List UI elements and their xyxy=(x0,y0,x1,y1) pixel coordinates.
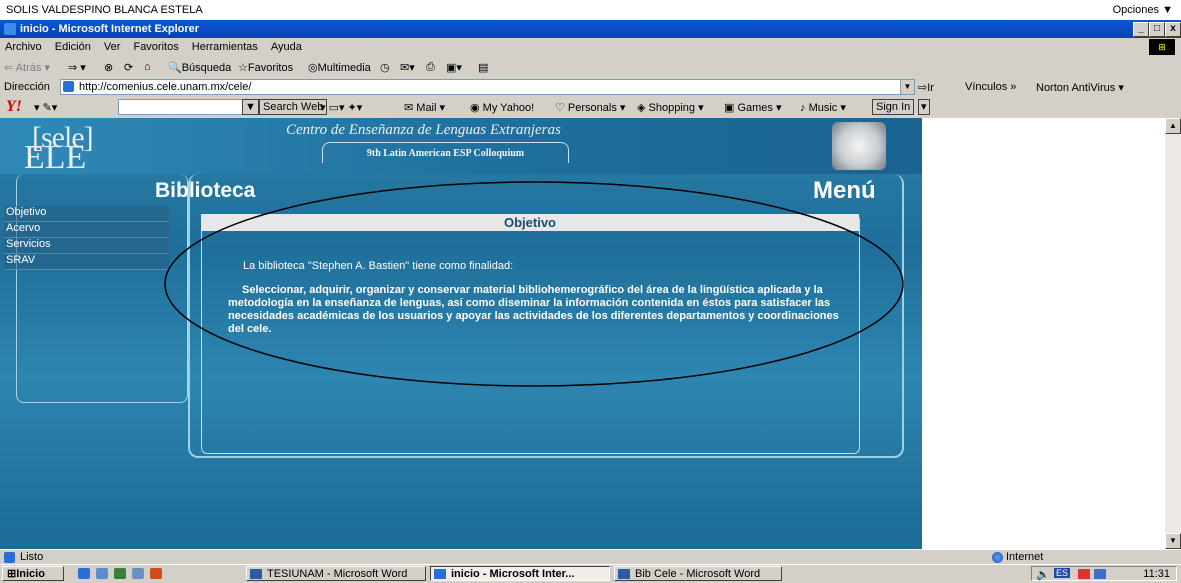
yahoo-extra-icons[interactable]: ▾ ▭▾ ✦▾ xyxy=(320,101,362,114)
search-button[interactable]: 🔍Búsqueda xyxy=(168,61,231,74)
menu-favoritos[interactable]: Favoritos xyxy=(128,38,183,53)
mail-icon[interactable]: ✉▾ xyxy=(400,61,415,74)
address-input[interactable]: http://comenius.cele.unam.mx/cele/ ▼ xyxy=(60,79,915,95)
yahoo-music[interactable]: ♪ Music ▾ xyxy=(800,101,846,114)
back-button[interactable]: ⇐ Atrás ▾ xyxy=(4,61,50,74)
refresh-icon[interactable]: ⟳ xyxy=(124,61,133,74)
menu-bar: Archivo Edición Ver Favoritos Herramient… xyxy=(0,38,1181,58)
address-label: Dirección xyxy=(4,81,50,93)
title-bar: inicio - Microsoft Internet Explorer _ □… xyxy=(0,20,1181,38)
yahoo-search-input[interactable] xyxy=(118,99,258,115)
search-web-button[interactable]: Search Web xyxy=(259,99,328,115)
address-bar: Dirección http://comenius.cele.unam.mx/c… xyxy=(0,78,1181,97)
yahoo-mail[interactable]: ✉ Mail ▾ xyxy=(404,101,445,114)
yahoo-games[interactable]: ▣ Games ▾ xyxy=(724,101,782,114)
page-icon xyxy=(63,81,74,92)
nav-menu: Objetivo Acervo Servicios SRAV xyxy=(4,206,169,270)
menu-herramientas[interactable]: Herramientas xyxy=(187,38,263,53)
quicklaunch-outlook-icon[interactable] xyxy=(96,568,108,579)
task-ie[interactable]: inicio - Microsoft Inter... xyxy=(430,566,610,581)
edit-icon[interactable]: ▣▾ xyxy=(446,61,462,74)
yahoo-logo[interactable]: Y! xyxy=(6,98,22,116)
language-indicator[interactable]: ES xyxy=(1054,568,1071,578)
menu-edicion[interactable]: Edición xyxy=(50,38,96,53)
nav-srav[interactable]: SRAV xyxy=(4,254,169,270)
windows-logo: ⊞ xyxy=(1149,39,1175,55)
yahoo-dropdown-icon[interactable]: ▾ ✎▾ xyxy=(34,101,57,114)
yahoo-search-dropdown[interactable]: ▼ xyxy=(242,99,259,115)
quicklaunch-desktop-icon[interactable] xyxy=(114,568,126,579)
nav-acervo[interactable]: Acervo xyxy=(4,222,169,238)
vertical-scrollbar[interactable]: ▲ ▼ xyxy=(1165,118,1181,549)
cele-logo[interactable]: [sele] ELE xyxy=(20,121,100,176)
yahoo-shopping[interactable]: ◈ Shopping ▾ xyxy=(637,101,704,114)
minimize-button[interactable]: _ xyxy=(1133,22,1149,37)
forward-button[interactable]: ⇒ ▾ xyxy=(68,61,86,74)
yahoo-personals[interactable]: ♡ Personals ▾ xyxy=(555,101,625,114)
address-url: http://comenius.cele.unam.mx/cele/ xyxy=(79,81,252,93)
menu-archivo[interactable]: Archivo xyxy=(0,38,47,53)
page-stage: [sele] ELE Centro de Enseñanza de Lengua… xyxy=(0,118,922,549)
unam-seal xyxy=(832,122,886,170)
options-menu[interactable]: Opciones ▼ xyxy=(1113,4,1173,16)
maximize-button[interactable]: □ xyxy=(1149,22,1165,37)
start-button[interactable]: ⊞Inicio xyxy=(2,566,64,581)
colloquium-link[interactable]: 9th Latin American ESP Colloquium xyxy=(322,142,569,163)
task-bib-cele[interactable]: Bib Cele - Microsoft Word xyxy=(614,566,782,581)
sign-in-dropdown[interactable]: ▾ xyxy=(918,99,930,115)
go-button[interactable]: ⇨Ir xyxy=(918,81,934,94)
hand-drawn-ellipse xyxy=(164,181,904,387)
discuss-icon[interactable]: ▤ xyxy=(478,61,488,74)
page-header: [sele] ELE Centro de Enseñanza de Lengua… xyxy=(0,118,922,176)
ie-icon xyxy=(4,23,16,35)
status-bar: Listo Internet xyxy=(0,549,1181,565)
print-icon[interactable]: ⎙ xyxy=(426,61,435,74)
home-icon[interactable]: ⌂ xyxy=(144,61,151,73)
page-content: [sele] ELE Centro de Enseñanza de Lengua… xyxy=(0,118,1165,549)
close-button[interactable]: x xyxy=(1165,22,1181,37)
links-button[interactable]: Vínculos » xyxy=(965,81,1016,93)
antivirus-tray-icon[interactable] xyxy=(1078,569,1090,579)
security-zone: Internet xyxy=(1006,551,1044,563)
network-tray-icon[interactable] xyxy=(1094,569,1106,579)
center-title: Centro de Enseñanza de Lenguas Extranjer… xyxy=(286,122,561,138)
quicklaunch-search-icon[interactable] xyxy=(132,568,144,579)
volume-icon[interactable]: 🔈 xyxy=(1036,568,1050,581)
favorites-button[interactable]: ☆Favoritos xyxy=(238,61,293,74)
status-page-icon xyxy=(4,552,15,563)
my-yahoo[interactable]: ◉ My Yahoo! xyxy=(470,101,534,114)
quicklaunch-ie-icon[interactable] xyxy=(78,568,90,579)
task-tesiunam[interactable]: TESIUNAM - Microsoft Word xyxy=(246,566,426,581)
multimedia-button[interactable]: ◎Multimedia xyxy=(308,61,371,74)
sign-in-button[interactable]: Sign In xyxy=(872,99,915,115)
user-name: SOLIS VALDESPINO BLANCA ESTELA xyxy=(6,4,203,16)
nav-servicios[interactable]: Servicios xyxy=(4,238,169,254)
yahoo-toolbar: Y! ▾ ✎▾ ▼ Search Web ▾ ▭▾ ✦▾ ✉ Mail ▾ ◉ … xyxy=(0,96,1181,119)
taskbar: ⊞Inicio TESIUNAM - Microsoft Word inicio… xyxy=(0,564,1181,583)
nav-objetivo[interactable]: Objetivo xyxy=(4,206,169,222)
menu-ver[interactable]: Ver xyxy=(99,38,126,53)
internet-zone-icon xyxy=(992,552,1003,563)
scroll-down-icon[interactable]: ▼ xyxy=(1165,533,1181,549)
clock: 11:31 xyxy=(1143,568,1170,580)
system-tray: 🔈 ES 11:31 xyxy=(1031,566,1177,581)
address-dropdown-icon[interactable]: ▼ xyxy=(900,80,914,94)
stop-icon[interactable]: ⊗ xyxy=(104,61,113,74)
menu-ayuda[interactable]: Ayuda xyxy=(266,38,307,53)
norton-button[interactable]: Norton AntiVirus ▾ xyxy=(1036,81,1124,94)
page-right-blank xyxy=(922,118,1165,549)
window-title: inicio - Microsoft Internet Explorer xyxy=(20,23,200,35)
user-bar: SOLIS VALDESPINO BLANCA ESTELA Opciones … xyxy=(0,0,1181,21)
scroll-up-icon[interactable]: ▲ xyxy=(1165,118,1181,134)
history-icon[interactable]: ◷ xyxy=(380,61,390,74)
toolbar: ⇐ Atrás ▾ ⇒ ▾ ⊗ ⟳ ⌂ 🔍Búsqueda ☆Favoritos… xyxy=(0,57,1181,79)
quicklaunch-media-icon[interactable] xyxy=(150,568,162,579)
status-text: Listo xyxy=(20,551,44,563)
